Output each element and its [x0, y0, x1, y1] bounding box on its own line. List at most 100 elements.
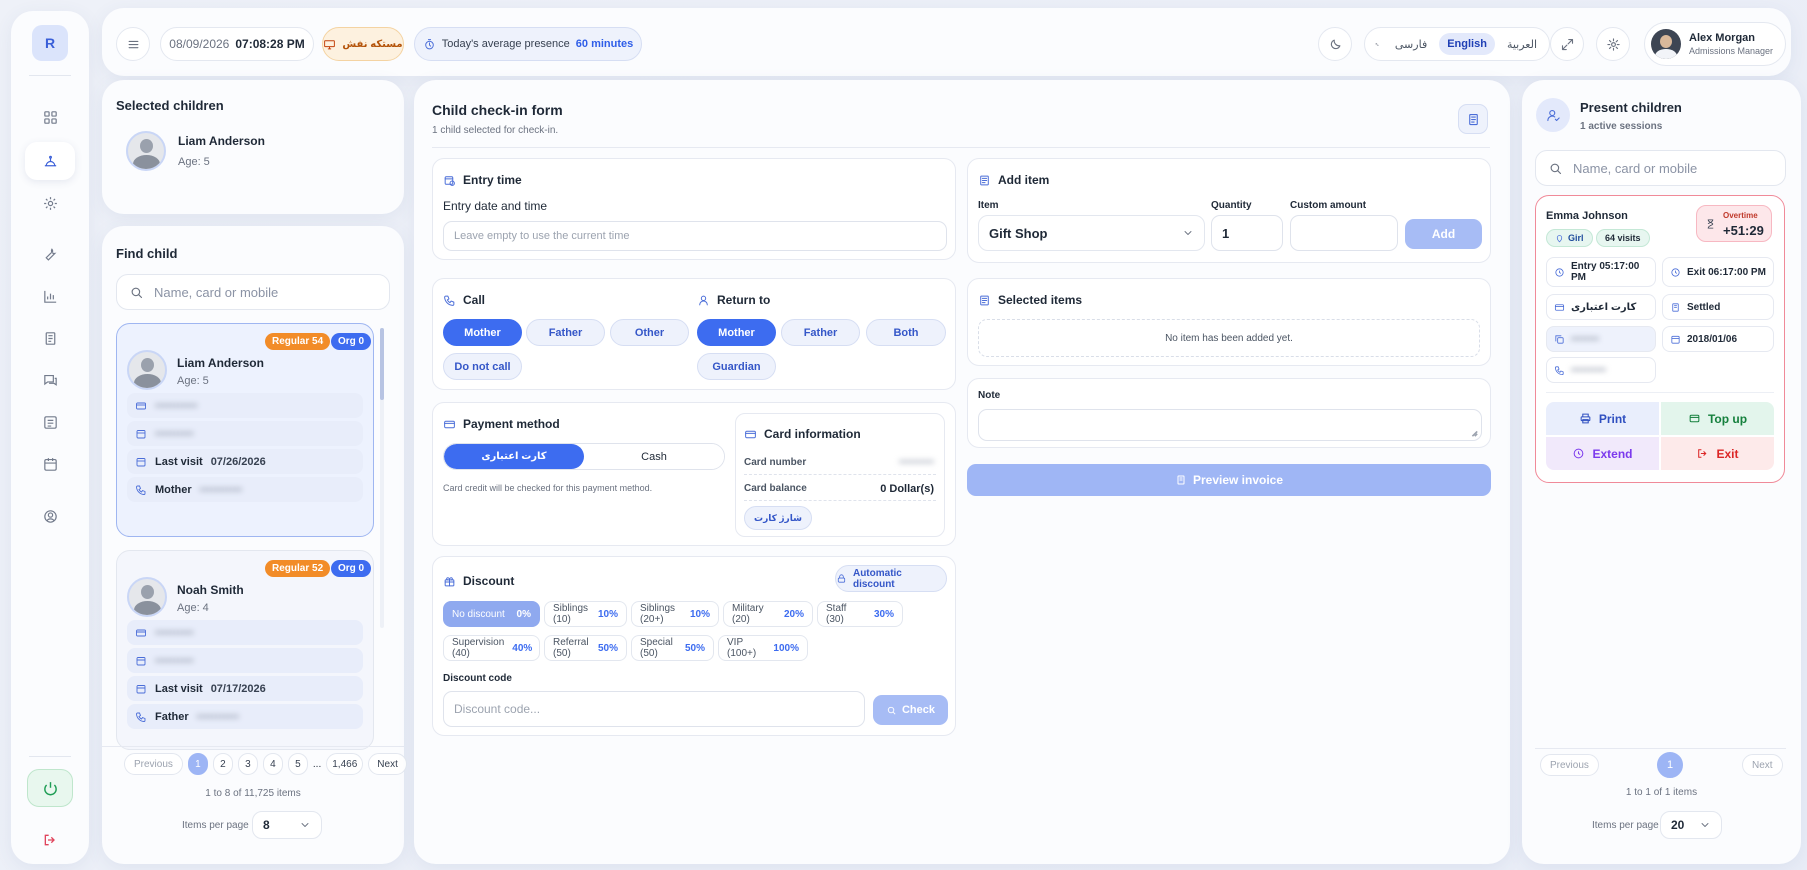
exit-button[interactable]: Exit — [1661, 437, 1774, 470]
item-select[interactable]: Gift Shop — [978, 215, 1205, 251]
selected-items-title-text: Selected items — [998, 293, 1083, 307]
selected-child[interactable]: Liam Anderson Age: 5 — [126, 131, 265, 171]
entry-date-input[interactable]: Leave empty to use the current time — [443, 221, 947, 251]
add-item-button[interactable]: Add — [1405, 219, 1482, 249]
discount-option[interactable]: Siblings (20+) 10% — [631, 601, 719, 627]
discount-option[interactable]: Military (20) 20% — [723, 601, 813, 627]
sidebar-item-profile[interactable] — [25, 497, 75, 535]
child-result-card[interactable]: Regular 54 Org 0 Liam Anderson Age: 5 ••… — [116, 323, 374, 537]
present-children-title: Present children — [1580, 100, 1682, 115]
discount-option[interactable]: Staff (30) 30% — [817, 601, 903, 627]
discount-option[interactable]: Special (50) 50% — [631, 635, 714, 661]
menu-button[interactable] — [116, 27, 150, 61]
discount-label: Special (50) — [640, 637, 673, 659]
call-option-mother[interactable]: Mother — [443, 319, 522, 346]
discount-percent: 20% — [783, 608, 804, 620]
top-header: 08/09/2026 07:08:28 PM مستكه نفش Today's… — [102, 8, 1791, 76]
pagination-next[interactable]: Next — [1742, 754, 1783, 776]
sidebar-item-reports[interactable] — [25, 277, 75, 315]
payment-option-card[interactable]: كارت اعتباری — [444, 444, 584, 469]
return-option-father[interactable]: Father — [781, 319, 860, 346]
lang-option-arabic[interactable]: العربية — [1499, 33, 1545, 56]
presence-label: Today's average presence — [441, 38, 570, 50]
check-code-button[interactable]: Check — [873, 695, 948, 725]
theme-toggle-button[interactable] — [1318, 27, 1352, 61]
print-button[interactable]: Print — [1546, 402, 1659, 435]
return-to-title: Return to — [697, 293, 770, 307]
extend-button[interactable]: Extend — [1546, 437, 1659, 470]
resize-handle-icon[interactable] — [1470, 429, 1478, 437]
active-session-card[interactable]: Emma Johnson Overtime +51:29 Girl 64 vis… — [1535, 195, 1785, 483]
preview-invoice-button[interactable]: Preview invoice — [967, 464, 1491, 496]
items-per-page-select[interactable]: 20 — [1660, 811, 1722, 839]
overtime-label: Overtime — [1723, 211, 1758, 220]
pagination-previous[interactable]: Previous — [124, 753, 183, 775]
form-title: Child check-in form — [432, 102, 563, 118]
discount-option[interactable]: Siblings (10) 10% — [544, 601, 627, 627]
custom-amount-label: Custom amount — [1290, 200, 1367, 211]
child-search-input[interactable]: Name, card or mobile — [116, 274, 390, 310]
lang-option-english[interactable]: English — [1439, 33, 1495, 55]
scrollbar-thumb[interactable] — [380, 328, 384, 400]
discount-option[interactable]: Referral (50) 50% — [544, 635, 627, 661]
results-scrollbar[interactable] — [380, 328, 384, 628]
page-button[interactable]: 1 — [1657, 752, 1683, 778]
call-option-other[interactable]: Other — [610, 319, 689, 346]
power-button[interactable] — [27, 769, 73, 807]
call-option-father[interactable]: Father — [526, 319, 605, 346]
gender-badge: Girl — [1546, 229, 1593, 247]
child-result-card[interactable]: Regular 52 Org 0 Noah Smith Age: 4 •••••… — [116, 550, 374, 750]
page-button[interactable]: 1,466 — [326, 753, 364, 775]
quantity-input[interactable]: 1 — [1211, 215, 1283, 251]
app-logo[interactable]: R — [32, 25, 68, 61]
call-return-section: Call Return to Mother Father Other Do no… — [432, 278, 956, 390]
page-button[interactable]: 3 — [237, 753, 258, 775]
fullscreen-button[interactable] — [1550, 27, 1584, 61]
pagination-next[interactable]: Next — [368, 753, 407, 775]
settings-button[interactable] — [1596, 27, 1630, 61]
payment-option-cash[interactable]: Cash — [584, 444, 724, 469]
user-profile[interactable]: Alex Morgan Admissions Manager — [1644, 22, 1786, 66]
discount-option[interactable]: No discount 0% — [443, 601, 540, 627]
top-up-button[interactable]: Top up — [1661, 402, 1774, 435]
discount-section: Discount Automatic discount No discount 0… — [432, 556, 956, 736]
add-item-section: Add item Item Quantity Custom amount Gif… — [967, 158, 1491, 263]
discount-code-input[interactable]: Discount code... — [443, 691, 865, 727]
items-per-page-select[interactable]: 8 — [252, 811, 322, 839]
print-label: Print — [1598, 411, 1627, 426]
note-textarea[interactable] — [978, 409, 1482, 441]
sidebar-item-receipts[interactable] — [25, 319, 75, 357]
charge-card-button[interactable]: شارژ کارت — [744, 506, 812, 530]
check-in-form-panel: Child check-in form 1 child selected for… — [414, 80, 1510, 864]
page-button[interactable]: 1 — [187, 753, 208, 775]
sidebar-item-calendar[interactable] — [25, 445, 75, 483]
discount-option[interactable]: Supervision (40) 40% — [443, 635, 540, 661]
last-visit-value: 07/17/2026 — [210, 682, 266, 695]
sidebar-item-messages[interactable] — [25, 361, 75, 399]
contact-masked: ••••••••••• — [199, 483, 243, 496]
sidebar-item-dashboard[interactable] — [25, 98, 75, 136]
page-button[interactable]: 2 — [212, 753, 233, 775]
call-option-do-not-call[interactable]: Do not call — [443, 353, 522, 380]
device-badge[interactable]: مستكه نفش — [322, 27, 404, 61]
discount-option[interactable]: VIP (100+) 100% — [718, 635, 808, 661]
sidebar-item-notes[interactable] — [25, 403, 75, 441]
sidebar-item-settings[interactable] — [25, 184, 75, 222]
page-button[interactable]: 5 — [287, 753, 308, 775]
entry-date-placeholder: Leave empty to use the current time — [454, 230, 630, 242]
pagination-previous[interactable]: Previous — [1540, 754, 1599, 776]
present-search-input[interactable]: Name, card or mobile — [1535, 150, 1786, 186]
automatic-discount-button[interactable]: Automatic discount — [835, 565, 947, 592]
call-title-text: Call — [463, 293, 486, 307]
lang-option-persian[interactable]: فارسی — [1387, 33, 1435, 56]
logout-button[interactable] — [39, 829, 61, 851]
discount-percent: 100% — [773, 642, 799, 654]
page-button[interactable]: 4 — [262, 753, 283, 775]
invoice-button[interactable] — [1458, 104, 1488, 134]
sidebar-item-check-in[interactable] — [25, 142, 75, 180]
return-option-guardian[interactable]: Guardian — [697, 353, 776, 380]
custom-amount-input[interactable] — [1290, 215, 1398, 251]
return-option-both[interactable]: Both — [866, 319, 946, 346]
sidebar-item-tools[interactable] — [25, 234, 75, 272]
return-option-mother[interactable]: Mother — [697, 319, 776, 346]
